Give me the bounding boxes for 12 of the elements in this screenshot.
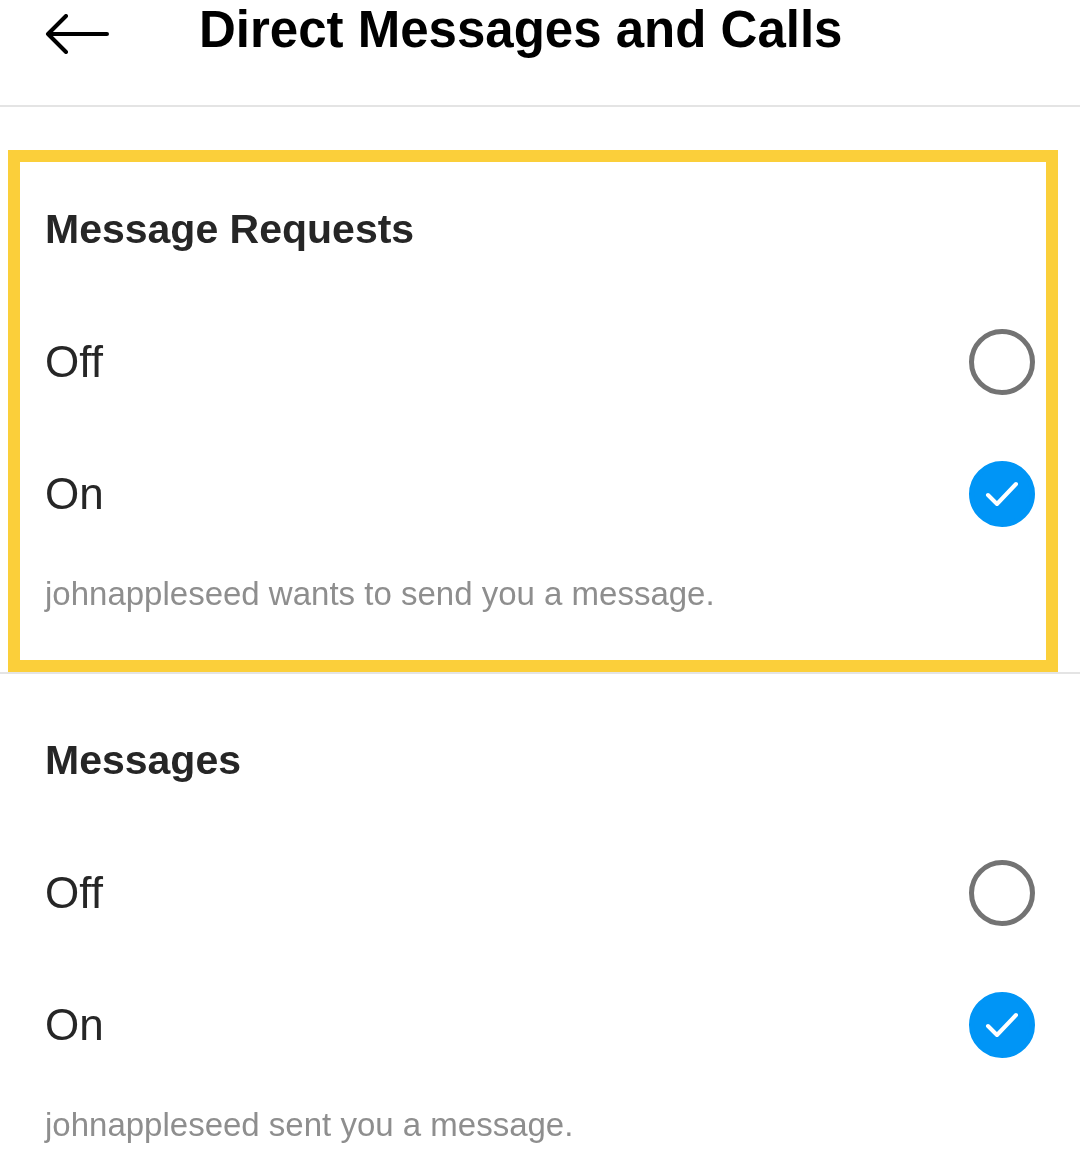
option-label[interactable]: On	[45, 469, 104, 519]
option-label[interactable]: Off	[45, 868, 103, 918]
option-label[interactable]: On	[45, 1000, 104, 1050]
back-icon[interactable]	[45, 14, 109, 54]
option-label[interactable]: Off	[45, 337, 103, 387]
section-heading: Messages	[45, 736, 241, 785]
check-icon	[985, 1012, 1019, 1038]
preview-text: johnappleseed wants to send you a message.	[45, 574, 715, 614]
check-icon	[985, 481, 1019, 507]
section-heading: Message Requests	[45, 205, 415, 254]
page-title: Direct Messages and Calls	[199, 0, 843, 60]
preview-text: johnappleseed sent you a message.	[45, 1105, 574, 1145]
